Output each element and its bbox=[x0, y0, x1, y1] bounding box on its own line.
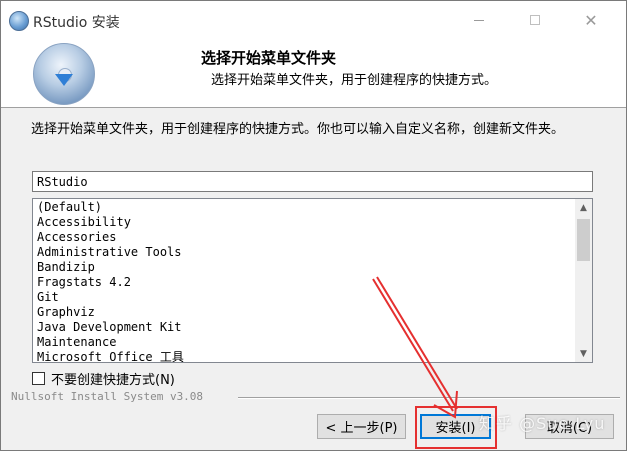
scroll-down-arrow-icon[interactable]: ▼ bbox=[575, 345, 592, 362]
folder-list-item[interactable]: Accessories bbox=[37, 230, 592, 245]
folder-list-item[interactable]: Accessibility bbox=[37, 215, 592, 230]
instruction-text: 选择开始菜单文件夹，用于创建程序的快捷方式。你也可以输入自定义名称，创建新文件夹… bbox=[31, 122, 565, 137]
back-button[interactable]: < 上一步(P) bbox=[317, 414, 406, 439]
close-button[interactable]: ✕ bbox=[568, 1, 614, 39]
no-shortcut-option[interactable]: 不要创建快捷方式(N) bbox=[32, 369, 175, 388]
folder-list-item[interactable]: Administrative Tools bbox=[37, 245, 592, 260]
branding-text: Nullsoft Install System v3.08 bbox=[11, 390, 210, 403]
page-subtitle: 选择开始菜单文件夹，用于创建程序的快捷方式。 bbox=[211, 73, 498, 88]
folder-list-item[interactable]: Bandizip bbox=[37, 260, 592, 275]
no-shortcut-label: 不要创建快捷方式(N) bbox=[51, 373, 175, 388]
page-title: 选择开始菜单文件夹 bbox=[201, 49, 337, 67]
start-menu-folder-list[interactable]: (Default) Accessibility Accessories Adminis… bbox=[32, 198, 593, 363]
download-arrow-icon bbox=[55, 74, 73, 86]
folder-list-item[interactable]: Git bbox=[37, 290, 592, 305]
folder-list-item[interactable]: (Default) bbox=[37, 200, 592, 215]
installer-disc-logo bbox=[33, 43, 95, 105]
installer-window: RStudio 安装 ✕ 选择开始菜单文件夹 选择开始菜单文件夹，用于创建程序的… bbox=[0, 0, 627, 451]
minimize-icon bbox=[474, 19, 484, 21]
folder-list-items: (Default) Accessibility Accessories Adminis… bbox=[33, 199, 592, 362]
folder-list-item[interactable]: Graphviz bbox=[37, 305, 592, 320]
minimize-button[interactable] bbox=[456, 1, 502, 39]
window-title: RStudio 安装 bbox=[33, 15, 120, 31]
folder-list-item[interactable]: Maintenance bbox=[37, 335, 592, 350]
watermark-text: 知乎 @Sue.Lyu bbox=[479, 414, 606, 433]
maximize-icon bbox=[530, 15, 540, 25]
title-bar: RStudio 安装 ✕ bbox=[1, 1, 626, 39]
branding-divider bbox=[238, 397, 620, 399]
no-shortcut-checkbox[interactable] bbox=[32, 372, 45, 385]
close-icon: ✕ bbox=[584, 10, 598, 30]
start-menu-folder-input[interactable] bbox=[32, 171, 593, 192]
scroll-up-arrow-icon[interactable]: ▲ bbox=[575, 199, 592, 216]
installer-app-icon bbox=[9, 11, 29, 31]
folder-list-item[interactable]: Fragstats 4.2 bbox=[37, 275, 592, 290]
scroll-thumb[interactable] bbox=[577, 219, 590, 261]
folder-list-item[interactable]: Microsoft Office 工具 bbox=[37, 350, 592, 362]
maximize-button[interactable] bbox=[512, 1, 558, 39]
header-banner: 选择开始菜单文件夹 选择开始菜单文件夹，用于创建程序的快捷方式。 bbox=[1, 39, 626, 108]
folder-list-item[interactable]: Java Development Kit bbox=[37, 320, 592, 335]
list-scrollbar[interactable]: ▲ ▼ bbox=[575, 199, 592, 362]
